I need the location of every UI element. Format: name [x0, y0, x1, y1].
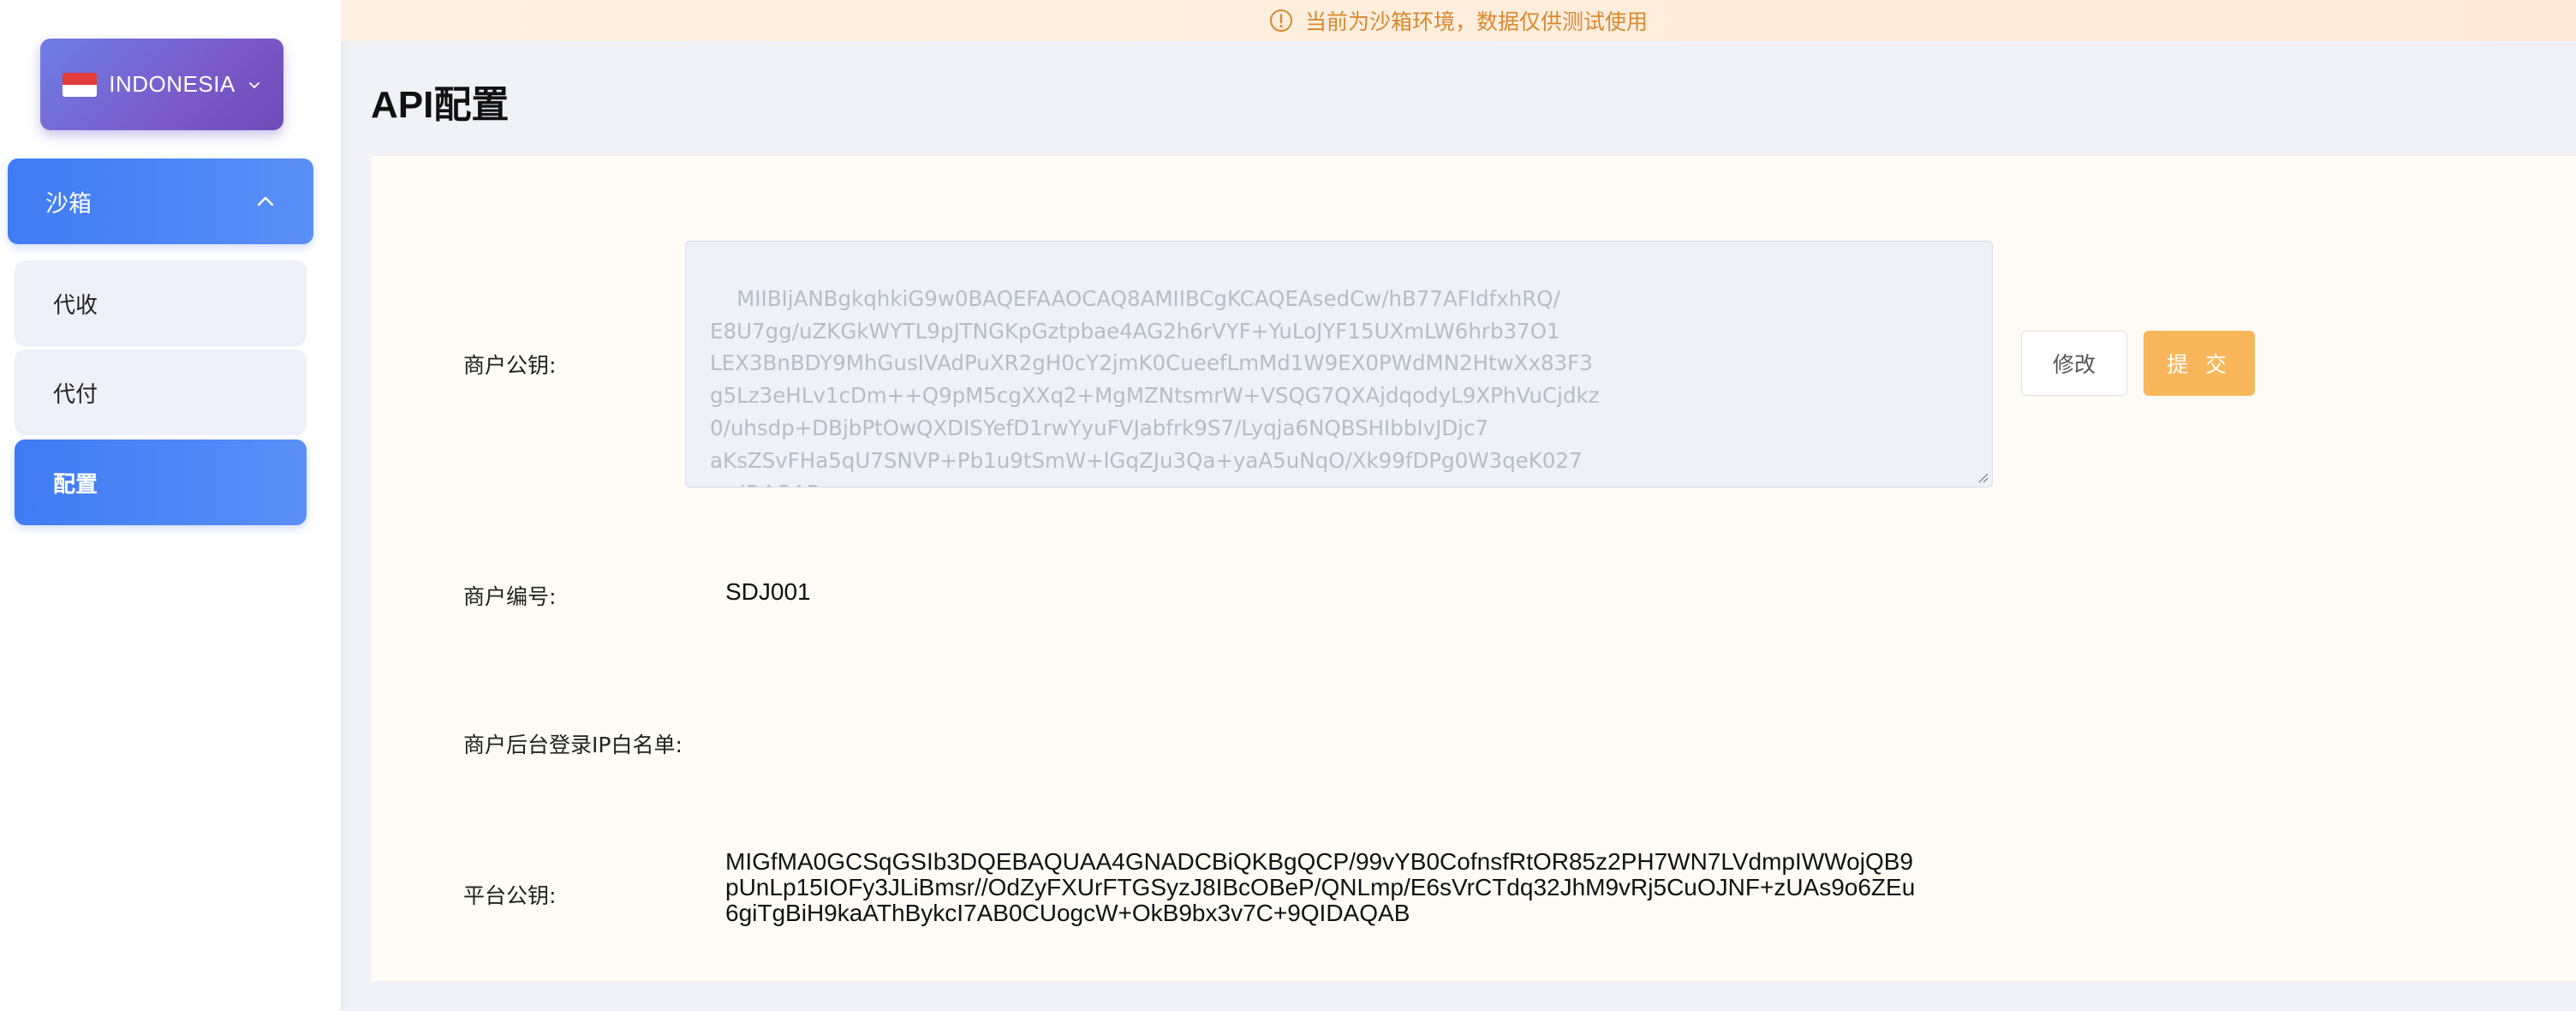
platform-pubkey-label: 平台公钥: — [463, 883, 557, 908]
sidebar-item-payout[interactable]: 代付 — [15, 350, 307, 435]
config-card: 商户公钥: MIIBIjANBgkqhkiG9w0BAQEFAAOCAQ8AMI… — [371, 156, 2576, 981]
resize-handle-icon[interactable] — [1977, 471, 1989, 483]
sidebar: INDONESIA 沙箱 代收 代付 配置 — [0, 0, 341, 1011]
warning-circle-icon — [1269, 9, 1292, 32]
merchant-pubkey-textarea[interactable]: MIIBIjANBgkqhkiG9w0BAQEFAAOCAQ8AMIIBCgKC… — [685, 241, 1993, 488]
country-selector-button[interactable]: INDONESIA — [40, 39, 283, 130]
sidebar-group-label: 沙箱 — [45, 190, 92, 218]
sidebar-group-sandbox[interactable]: 沙箱 — [8, 159, 313, 244]
merchant-pubkey-label: 商户公钥: — [463, 353, 557, 378]
sidebar-item-label: 配置 — [53, 471, 98, 498]
merchant-no-label: 商户编号: — [463, 584, 557, 609]
submit-button[interactable]: 提 交 — [2144, 331, 2255, 396]
sidebar-item-label: 代付 — [53, 381, 98, 408]
sidebar-item-collection[interactable]: 代收 — [15, 260, 307, 346]
ip-whitelist-label: 商户后台登录IP白名单: — [463, 733, 683, 757]
edit-button[interactable]: 修改 — [2021, 331, 2127, 396]
page-title: API配置 — [371, 84, 510, 126]
country-label: INDONESIA — [109, 71, 236, 97]
sandbox-notice-bar: 当前为沙箱环境，数据仅供测试使用 — [341, 0, 2576, 41]
sidebar-item-config[interactable]: 配置 — [15, 440, 307, 525]
platform-pubkey-value: MIGfMA0GCSqGSIb3DQEBAQUAA4GNADCBiQKBgQCP… — [725, 848, 1916, 926]
merchant-pubkey-value: MIIBIjANBgkqhkiG9w0BAQEFAAOCAQ8AMIIBCgKC… — [710, 285, 1600, 487]
merchant-no-value: SDJ001 — [725, 578, 811, 605]
sidebar-item-label: 代收 — [53, 292, 98, 319]
chevron-up-icon — [257, 196, 274, 206]
indonesia-flag-icon — [63, 72, 98, 97]
notice-text: 当前为沙箱环境，数据仅供测试使用 — [1304, 9, 1648, 34]
chevron-down-icon — [248, 81, 259, 88]
